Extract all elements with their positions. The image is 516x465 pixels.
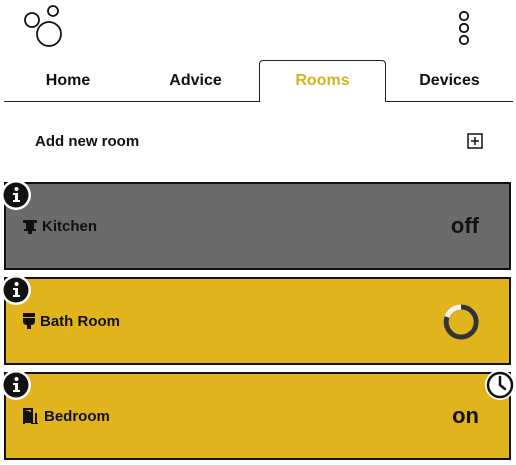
room-state-on: on (452, 403, 479, 428)
tab-bar: Home Advice Rooms Devices (4, 60, 513, 102)
plus-square-icon[interactable] (467, 133, 483, 149)
room-name: Kitchen (22, 184, 97, 268)
toilet-icon (23, 313, 35, 329)
tab-devices[interactable]: Devices (386, 60, 513, 101)
tab-home[interactable]: Home (4, 60, 132, 101)
room-name-label: Bedroom (44, 407, 110, 425)
info-icon[interactable] (0, 369, 32, 401)
add-room-row: Add new room (35, 130, 485, 154)
clock-icon[interactable] (484, 369, 516, 401)
tab-advice[interactable]: Advice (132, 60, 259, 101)
door-icon (23, 408, 38, 424)
room-name-label: Kitchen (42, 217, 98, 235)
add-room-label[interactable]: Add new room (35, 133, 139, 150)
room-name-label: Bath Room (40, 312, 120, 330)
room-state-off: off (450, 213, 479, 238)
info-icon[interactable] (0, 179, 32, 211)
kitchen-icon (23, 220, 37, 234)
tab-rooms[interactable]: Rooms (259, 60, 386, 102)
more-options-icon[interactable] (455, 10, 473, 46)
loading-spinner-icon (443, 304, 479, 340)
room-name: Bath Room (22, 279, 120, 363)
room-card-kitchen[interactable]: Kitchen off (4, 182, 511, 270)
room-card-bath-room[interactable]: Bath Room (4, 277, 511, 365)
room-card-bedroom[interactable]: Bedroom on (4, 372, 511, 460)
info-icon[interactable] (0, 274, 32, 306)
bubbles-logo-icon (24, 5, 62, 47)
room-name: Bedroom (22, 374, 110, 458)
